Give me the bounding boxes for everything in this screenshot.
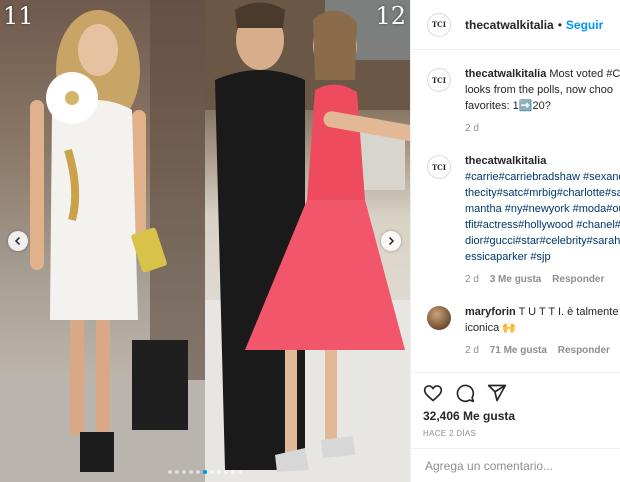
likes-count[interactable]: 32,406 Me gusta bbox=[423, 409, 609, 423]
comment-time[interactable]: 2 d bbox=[465, 274, 479, 285]
hashtag-list[interactable]: #carrie#carriebradshaw #sexandthecity#sa… bbox=[465, 169, 620, 265]
caption-comment: TCI thecatwalkitalia Most voted #C looks… bbox=[411, 66, 620, 137]
separator-dot: • bbox=[557, 17, 562, 32]
comment-time[interactable]: 2 d bbox=[465, 123, 479, 134]
carousel-dot bbox=[189, 470, 193, 474]
comment-text: iconica 🙌 bbox=[465, 322, 516, 334]
comment-text: T U T T I. è talmente bbox=[518, 306, 619, 318]
photo-right: 12 bbox=[205, 0, 410, 482]
photo-left-illustration bbox=[0, 0, 205, 482]
image-number-right: 12 bbox=[375, 2, 406, 30]
chevron-right-icon bbox=[388, 236, 395, 246]
carousel-dot-active bbox=[203, 470, 207, 474]
carousel-dot bbox=[175, 470, 179, 474]
avatar[interactable]: TCI bbox=[427, 12, 451, 37]
post-timestamp[interactable]: HACE 2 DÍAS bbox=[423, 429, 609, 438]
user-comment: maryforin T U T T I. è talmente iconica … bbox=[411, 304, 620, 359]
comment-time[interactable]: 2 d bbox=[465, 345, 479, 356]
carousel-dot bbox=[168, 470, 172, 474]
comment-text: looks from the polls, now choo bbox=[465, 84, 613, 96]
chevron-left-icon bbox=[14, 236, 21, 246]
comment-button[interactable] bbox=[455, 383, 475, 403]
post-side-panel: TCI thecatwalkitalia • Seguir TCI thecat… bbox=[410, 0, 620, 482]
comment-username[interactable]: maryforin bbox=[465, 306, 516, 318]
heart-icon bbox=[423, 385, 443, 402]
like-button[interactable] bbox=[423, 383, 443, 403]
reply-button[interactable]: Responder bbox=[558, 345, 610, 356]
carousel-dot bbox=[196, 470, 200, 474]
carousel-next-button[interactable] bbox=[381, 231, 401, 251]
comment-text: favorites: 1➡️20? bbox=[465, 100, 551, 112]
avatar[interactable] bbox=[427, 306, 451, 330]
comment-input[interactable] bbox=[425, 458, 605, 473]
paper-plane-icon bbox=[487, 384, 507, 402]
comment-likes[interactable]: 3 Me gusta bbox=[490, 274, 542, 285]
comment-text: Most voted #C bbox=[549, 68, 620, 80]
action-icons-row bbox=[423, 379, 609, 407]
carousel-dot bbox=[182, 470, 186, 474]
post-header: TCI thecatwalkitalia • Seguir bbox=[411, 0, 620, 50]
post-actions: 32,406 Me gusta HACE 2 DÍAS bbox=[411, 372, 620, 438]
carousel-dot bbox=[231, 470, 235, 474]
avatar[interactable]: TCI bbox=[427, 68, 451, 92]
carousel-indicator bbox=[0, 470, 410, 474]
comment-username[interactable]: thecatwalkitalia bbox=[465, 68, 546, 80]
photo-right-illustration bbox=[205, 0, 410, 482]
comment-username[interactable]: thecatwalkitalia bbox=[465, 153, 620, 169]
carousel-dot bbox=[238, 470, 242, 474]
carousel-dot bbox=[210, 470, 214, 474]
add-comment-bar bbox=[411, 448, 620, 482]
comments-list[interactable]: TCI thecatwalkitalia Most voted #C looks… bbox=[411, 66, 620, 368]
post-media[interactable]: 11 12 bbox=[0, 0, 410, 482]
reply-button[interactable]: Responder bbox=[552, 274, 604, 285]
carousel-prev-button[interactable] bbox=[8, 231, 28, 251]
photo-left: 11 bbox=[0, 0, 205, 482]
carousel-dot bbox=[217, 470, 221, 474]
share-button[interactable] bbox=[487, 383, 507, 403]
carousel-dot bbox=[224, 470, 228, 474]
hashtag-comment: TCI thecatwalkitalia #carrie#carriebrads… bbox=[411, 153, 620, 288]
avatar[interactable]: TCI bbox=[427, 155, 451, 179]
image-number-left: 11 bbox=[3, 2, 34, 30]
post-username[interactable]: thecatwalkitalia bbox=[465, 18, 554, 32]
speech-bubble-icon bbox=[456, 384, 475, 403]
comment-likes[interactable]: 71 Me gusta bbox=[490, 345, 547, 356]
follow-button[interactable]: Seguir bbox=[566, 18, 603, 32]
